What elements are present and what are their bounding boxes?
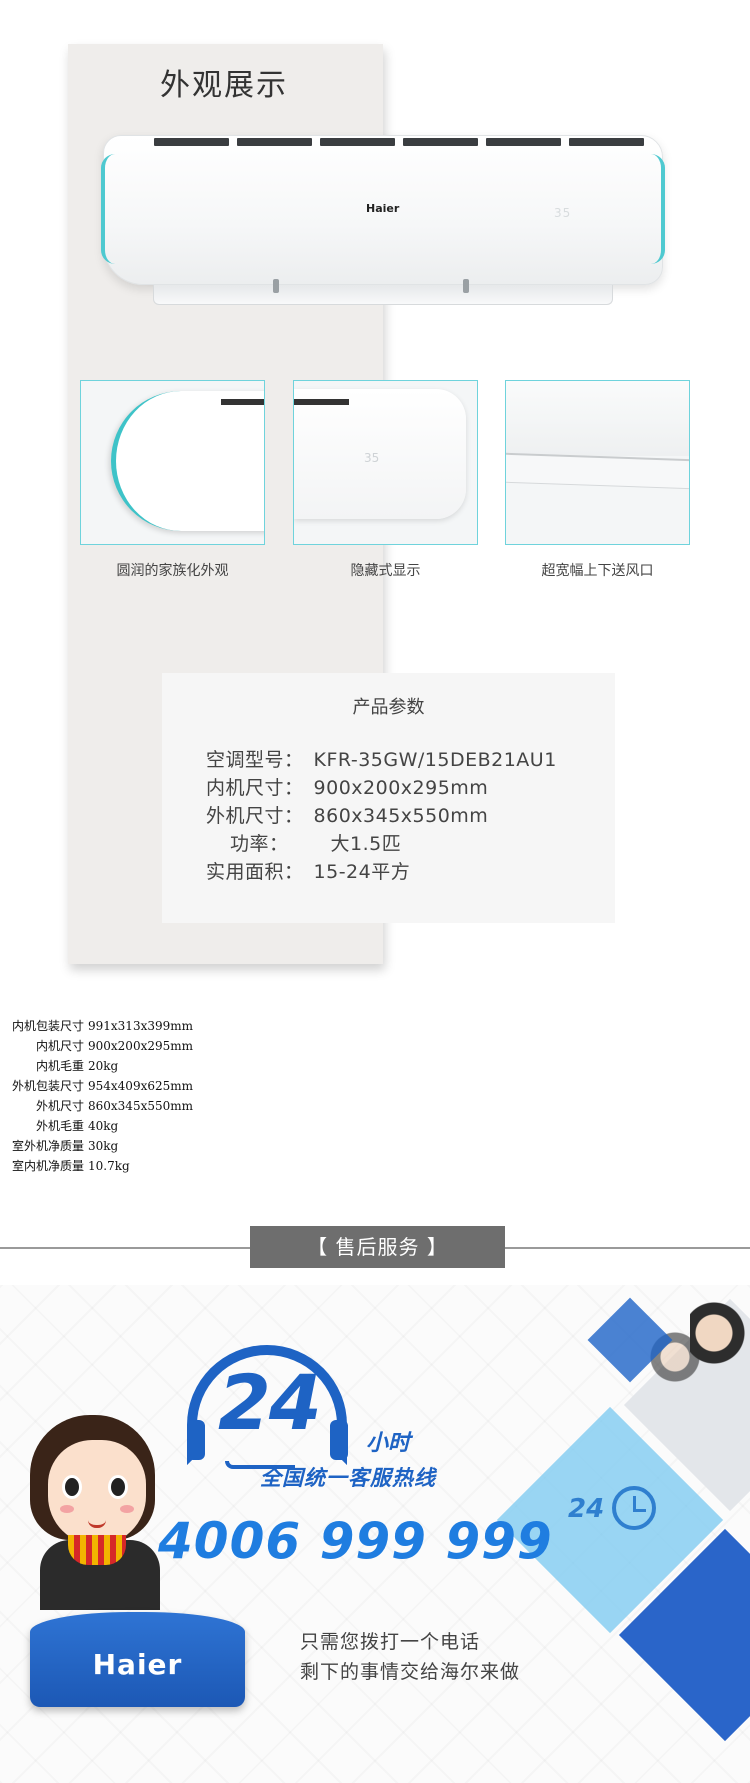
mascot-scarf xyxy=(68,1535,126,1565)
haier-logo: Haier xyxy=(92,1648,183,1681)
mascot-eye xyxy=(62,1475,82,1499)
spec-title: 产品参数 xyxy=(352,697,425,718)
detail-ac-side xyxy=(111,391,264,531)
section-title: 外观展示 xyxy=(160,68,288,103)
hotline-phone[interactable]: 4006 999 999 xyxy=(158,1512,553,1570)
after-sales-banner: 【 售后服务 】 xyxy=(250,1226,505,1268)
headset-earpiece-icon xyxy=(187,1420,205,1460)
list-item: 内机尺寸 900x200x295mm xyxy=(35,1039,194,1053)
packaging-list: 内机包装尺寸 991x313x399mm 内机尺寸 900x200x295mm 内机… xyxy=(0,1016,193,1176)
hotline-label: 全国统一客服热线 xyxy=(260,1466,436,1490)
list-item: 外机毛重 40kg xyxy=(35,1119,119,1133)
detail-image-wide-vent xyxy=(505,380,690,545)
tile-24-text: 24 xyxy=(568,1494,605,1524)
ac-unit-body: Haier 35 xyxy=(101,135,665,285)
tagline-2: 剩下的事情交给海尔来做 xyxy=(300,1661,521,1683)
spec-row-model: 空调型号： KFR-35GW/15DEB21AU1 xyxy=(206,749,557,771)
tagline-1: 只需您拨打一个电话 xyxy=(300,1631,481,1653)
detail-caption-1: 圆润的家族化外观 xyxy=(116,563,229,579)
detail-display-digits: 35 xyxy=(364,451,380,465)
spec-row-power: 功率： 大1.5匹 xyxy=(230,833,402,855)
detail-image-hidden-display: 35 xyxy=(293,380,478,545)
list-item: 外机包装尺寸 954x409x625mm xyxy=(11,1079,194,1093)
mascot-eye xyxy=(108,1475,128,1499)
detail-ac-right: 35 xyxy=(294,389,466,519)
appearance-section: 外观展示 Haier 35 圆润的家族化外观 35 隐藏式显示 超宽幅上下送风口 xyxy=(0,0,750,1000)
ac-clip xyxy=(463,279,469,293)
ac-hidden-display: 35 xyxy=(554,206,572,220)
spec-row-outdoor-size: 外机尺寸： 860x345x550mm xyxy=(206,805,489,827)
detail-caption-2: 隐藏式显示 xyxy=(350,563,421,579)
ac-brand-logo: Haier xyxy=(366,202,400,215)
list-item: 内机毛重 20kg xyxy=(35,1059,119,1073)
list-item: 内机包装尺寸 991x313x399mm xyxy=(11,1019,194,1033)
hours-label: 小时 xyxy=(366,1431,411,1456)
detail-caption-3: 超宽幅上下送风口 xyxy=(541,563,654,579)
mascot-cheek xyxy=(60,1505,74,1513)
spec-row-indoor-size: 内机尺寸： 900x200x295mm xyxy=(206,777,489,799)
list-item: 外机尺寸 860x345x550mm xyxy=(35,1099,194,1113)
operator-photo xyxy=(690,1300,750,1410)
detail-ac-bottom xyxy=(506,381,689,456)
ac-top-vents xyxy=(154,138,644,150)
detail-image-rounded-shape xyxy=(80,380,265,545)
mascot-cheek xyxy=(120,1505,134,1513)
ac-unit-image: Haier 35 xyxy=(101,135,665,320)
headset-earpiece-icon xyxy=(330,1420,348,1460)
list-item: 室内机净质量 10.7kg xyxy=(11,1159,130,1173)
ac-clip xyxy=(273,279,279,293)
list-item: 室外机净质量 30kg xyxy=(11,1139,119,1153)
ac-louver xyxy=(153,285,613,305)
clock-icon xyxy=(612,1486,656,1530)
spec-box: 产品参数 空调型号： KFR-35GW/15DEB21AU1 内机尺寸： 900x2… xyxy=(162,673,615,923)
detail-louver-open xyxy=(506,452,689,490)
big-24: 24 xyxy=(218,1358,322,1447)
spec-row-area: 实用面积： 15-24平方 xyxy=(206,861,411,883)
